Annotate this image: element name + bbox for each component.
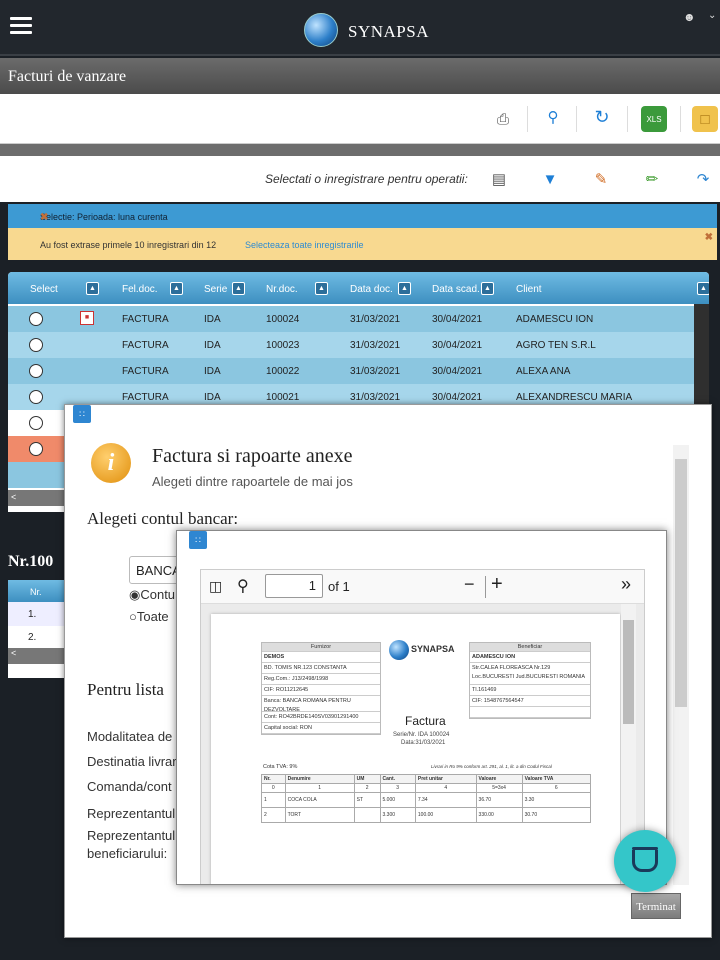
page-number-input[interactable]: 1 (265, 574, 323, 598)
dialog-title: Factura si rapoarte anexe (152, 445, 353, 467)
terminat-button[interactable]: Terminat (631, 893, 681, 919)
vat-note: Livrari in Ro 9% conform art. 291, al. 1… (431, 764, 552, 769)
record-toolbar: Selectati o inregistrare pentru operatii… (0, 156, 720, 202)
col-serie[interactable]: Serie (204, 284, 227, 295)
print-icon[interactable]: ⎙ (490, 106, 516, 132)
pdf-viewer: ◫ ⚲ 1 of 1 − + » Furnizor DEMOS BD. TOMI… (200, 569, 645, 884)
close-icon[interactable]: ✖ (40, 212, 713, 223)
field-label: beneficiarului: (87, 846, 168, 861)
user-icon[interactable]: ☻ (683, 10, 696, 24)
app-name: SYNAPSA (348, 22, 429, 41)
menu-icon[interactable] (10, 17, 32, 35)
vat-rate: Cota TVA: 9% (263, 764, 298, 770)
sort-icon[interactable]: ▲ (170, 282, 183, 295)
invoice-series: Serie/Nr. IDA 100024 (393, 732, 450, 738)
invoice-date: Data:31/03/2021 (401, 740, 446, 746)
bank-label: Alegeti contul bancar: (87, 509, 239, 528)
col-data[interactable]: Data doc. (350, 284, 393, 295)
row-radio[interactable] (29, 442, 43, 456)
field-label: Destinatia livrar (87, 754, 177, 769)
dialog-scrollbar[interactable] (673, 445, 689, 885)
col-nr[interactable]: Nr.doc. (266, 284, 298, 295)
detail-title: Nr.100 (8, 553, 54, 570)
extraction-info: Au fost extrase primele 10 inregistrari … (8, 228, 717, 260)
chat-button[interactable] (614, 830, 676, 892)
col-fel[interactable]: Fel.doc. (122, 284, 158, 295)
list-label: Pentru lista (87, 680, 164, 699)
sort-icon[interactable]: ▲ (481, 282, 494, 295)
zoom-out-icon[interactable]: − (464, 574, 475, 595)
radio-account[interactable]: ◉Contu (129, 587, 175, 603)
field-label: Reprezentantul (87, 828, 176, 843)
more-tools-icon[interactable]: » (621, 574, 631, 595)
excel-icon[interactable]: XLS (641, 106, 667, 132)
synapsa-logo-icon (304, 13, 338, 47)
search-icon[interactable]: ⚲ (237, 576, 249, 596)
selection-info: Selectie: Perioada: luna curenta ✖ (8, 204, 717, 228)
sort-icon[interactable]: ▲ (232, 282, 245, 295)
dialog-subtitle: Alegeti dintre rapoartele de mai jos (152, 474, 353, 489)
chevron-down-icon[interactable]: ⌄ (708, 10, 716, 21)
chat-icon (632, 847, 658, 872)
row-radio[interactable] (29, 364, 43, 378)
info-icon: i (91, 443, 131, 483)
app-header: SYNAPSA ☻ ⌄ (0, 0, 720, 56)
invoice-title: Factura (405, 714, 446, 728)
edit-icon[interactable]: ✎ (588, 166, 614, 192)
close-icon[interactable]: ✖ (705, 232, 713, 243)
sort-icon[interactable]: ▲ (697, 282, 709, 295)
col-select: Select (30, 284, 58, 295)
supplier-box: Furnizor DEMOS BD. TOMIS NR.123 CONSTANT… (261, 642, 381, 735)
table-row[interactable]: ■ FACTURA IDA 100024 31/03/2021 30/04/2021… (8, 306, 694, 332)
document-icon[interactable]: ▤ (486, 166, 512, 192)
sort-icon[interactable]: ▲ (86, 282, 99, 295)
page-count: of 1 (328, 579, 350, 594)
detail-col-nr: Nr. (8, 580, 70, 602)
pdf-toolbar: ◫ ⚲ 1 of 1 − + » (201, 570, 644, 604)
table-row[interactable]: FACTURA IDA 100022 31/03/2021 30/04/2021 AL… (8, 358, 694, 384)
sort-icon[interactable]: ▲ (315, 282, 328, 295)
pencil-icon[interactable]: ✏ (639, 166, 665, 192)
pdf-icon[interactable]: ■ (80, 311, 94, 325)
pdf-viewer-dialog: ∷ ◫ ⚲ 1 of 1 − + » Furnizor DEMOS BD. TO… (176, 530, 667, 885)
search-icon[interactable]: ⚲ (540, 104, 566, 130)
row-radio[interactable] (29, 390, 43, 404)
table-row[interactable]: FACTURA IDA 100023 31/03/2021 30/04/2021 AG… (8, 332, 694, 358)
field-label: Comanda/cont (87, 779, 172, 794)
page-title-bar: Facturi de vanzare (0, 58, 720, 94)
refresh-icon[interactable]: ↻ (589, 104, 615, 130)
grid-header: Select ▲ Fel.doc. ▲ Serie ▲ Nr.doc. ▲ Da… (8, 272, 709, 304)
select-prompt: Selectati o inregistrare pentru operatii… (265, 172, 468, 186)
field-label: Reprezentantul (87, 806, 176, 821)
list-item[interactable]: 2. (8, 626, 70, 648)
pdf-logo-text: SYNAPSA (411, 644, 455, 654)
download-icon[interactable]: ▼ (537, 166, 563, 192)
drag-handle-icon[interactable]: ∷ (189, 531, 207, 549)
export-icon[interactable]: ↷ (690, 166, 716, 192)
detail-grid: Nr. 1. 2. < (8, 580, 70, 678)
pdf-page: Furnizor DEMOS BD. TOMIS NR.123 CONSTANT… (211, 614, 620, 884)
row-radio[interactable] (29, 338, 43, 352)
list-item[interactable]: 1. (8, 602, 70, 626)
sidebar-toggle-icon[interactable]: ◫ (209, 578, 222, 595)
client-box: Beneficiar ADAMESCU ION Str.CALEA FLOREA… (469, 642, 591, 719)
page-title: Facturi de vanzare (8, 68, 127, 85)
folder-icon[interactable]: □ (692, 106, 718, 132)
sort-icon[interactable]: ▲ (398, 282, 411, 295)
col-scad[interactable]: Data scad. (432, 284, 480, 295)
drag-handle-icon[interactable]: ∷ (73, 405, 91, 423)
zoom-in-icon[interactable]: + (491, 573, 503, 596)
radio-all[interactable]: ○Toate (129, 609, 169, 624)
row-radio[interactable] (29, 312, 43, 326)
divider (0, 144, 720, 156)
invoice-items-table: Nr. Denumire UM Cant. Pret unitar Valoare Valo… (261, 774, 592, 823)
main-toolbar: ⎙ ⚲ ↻ XLS □ (0, 94, 720, 144)
detail-hscrollbar[interactable]: < (8, 648, 70, 664)
row-radio[interactable] (29, 416, 43, 430)
col-client[interactable]: Client (516, 284, 542, 295)
synapsa-logo-icon (389, 640, 409, 660)
select-all-link[interactable]: Selecteaza toate inregistrarile (245, 240, 364, 250)
field-label: Modalitatea de (87, 729, 173, 744)
